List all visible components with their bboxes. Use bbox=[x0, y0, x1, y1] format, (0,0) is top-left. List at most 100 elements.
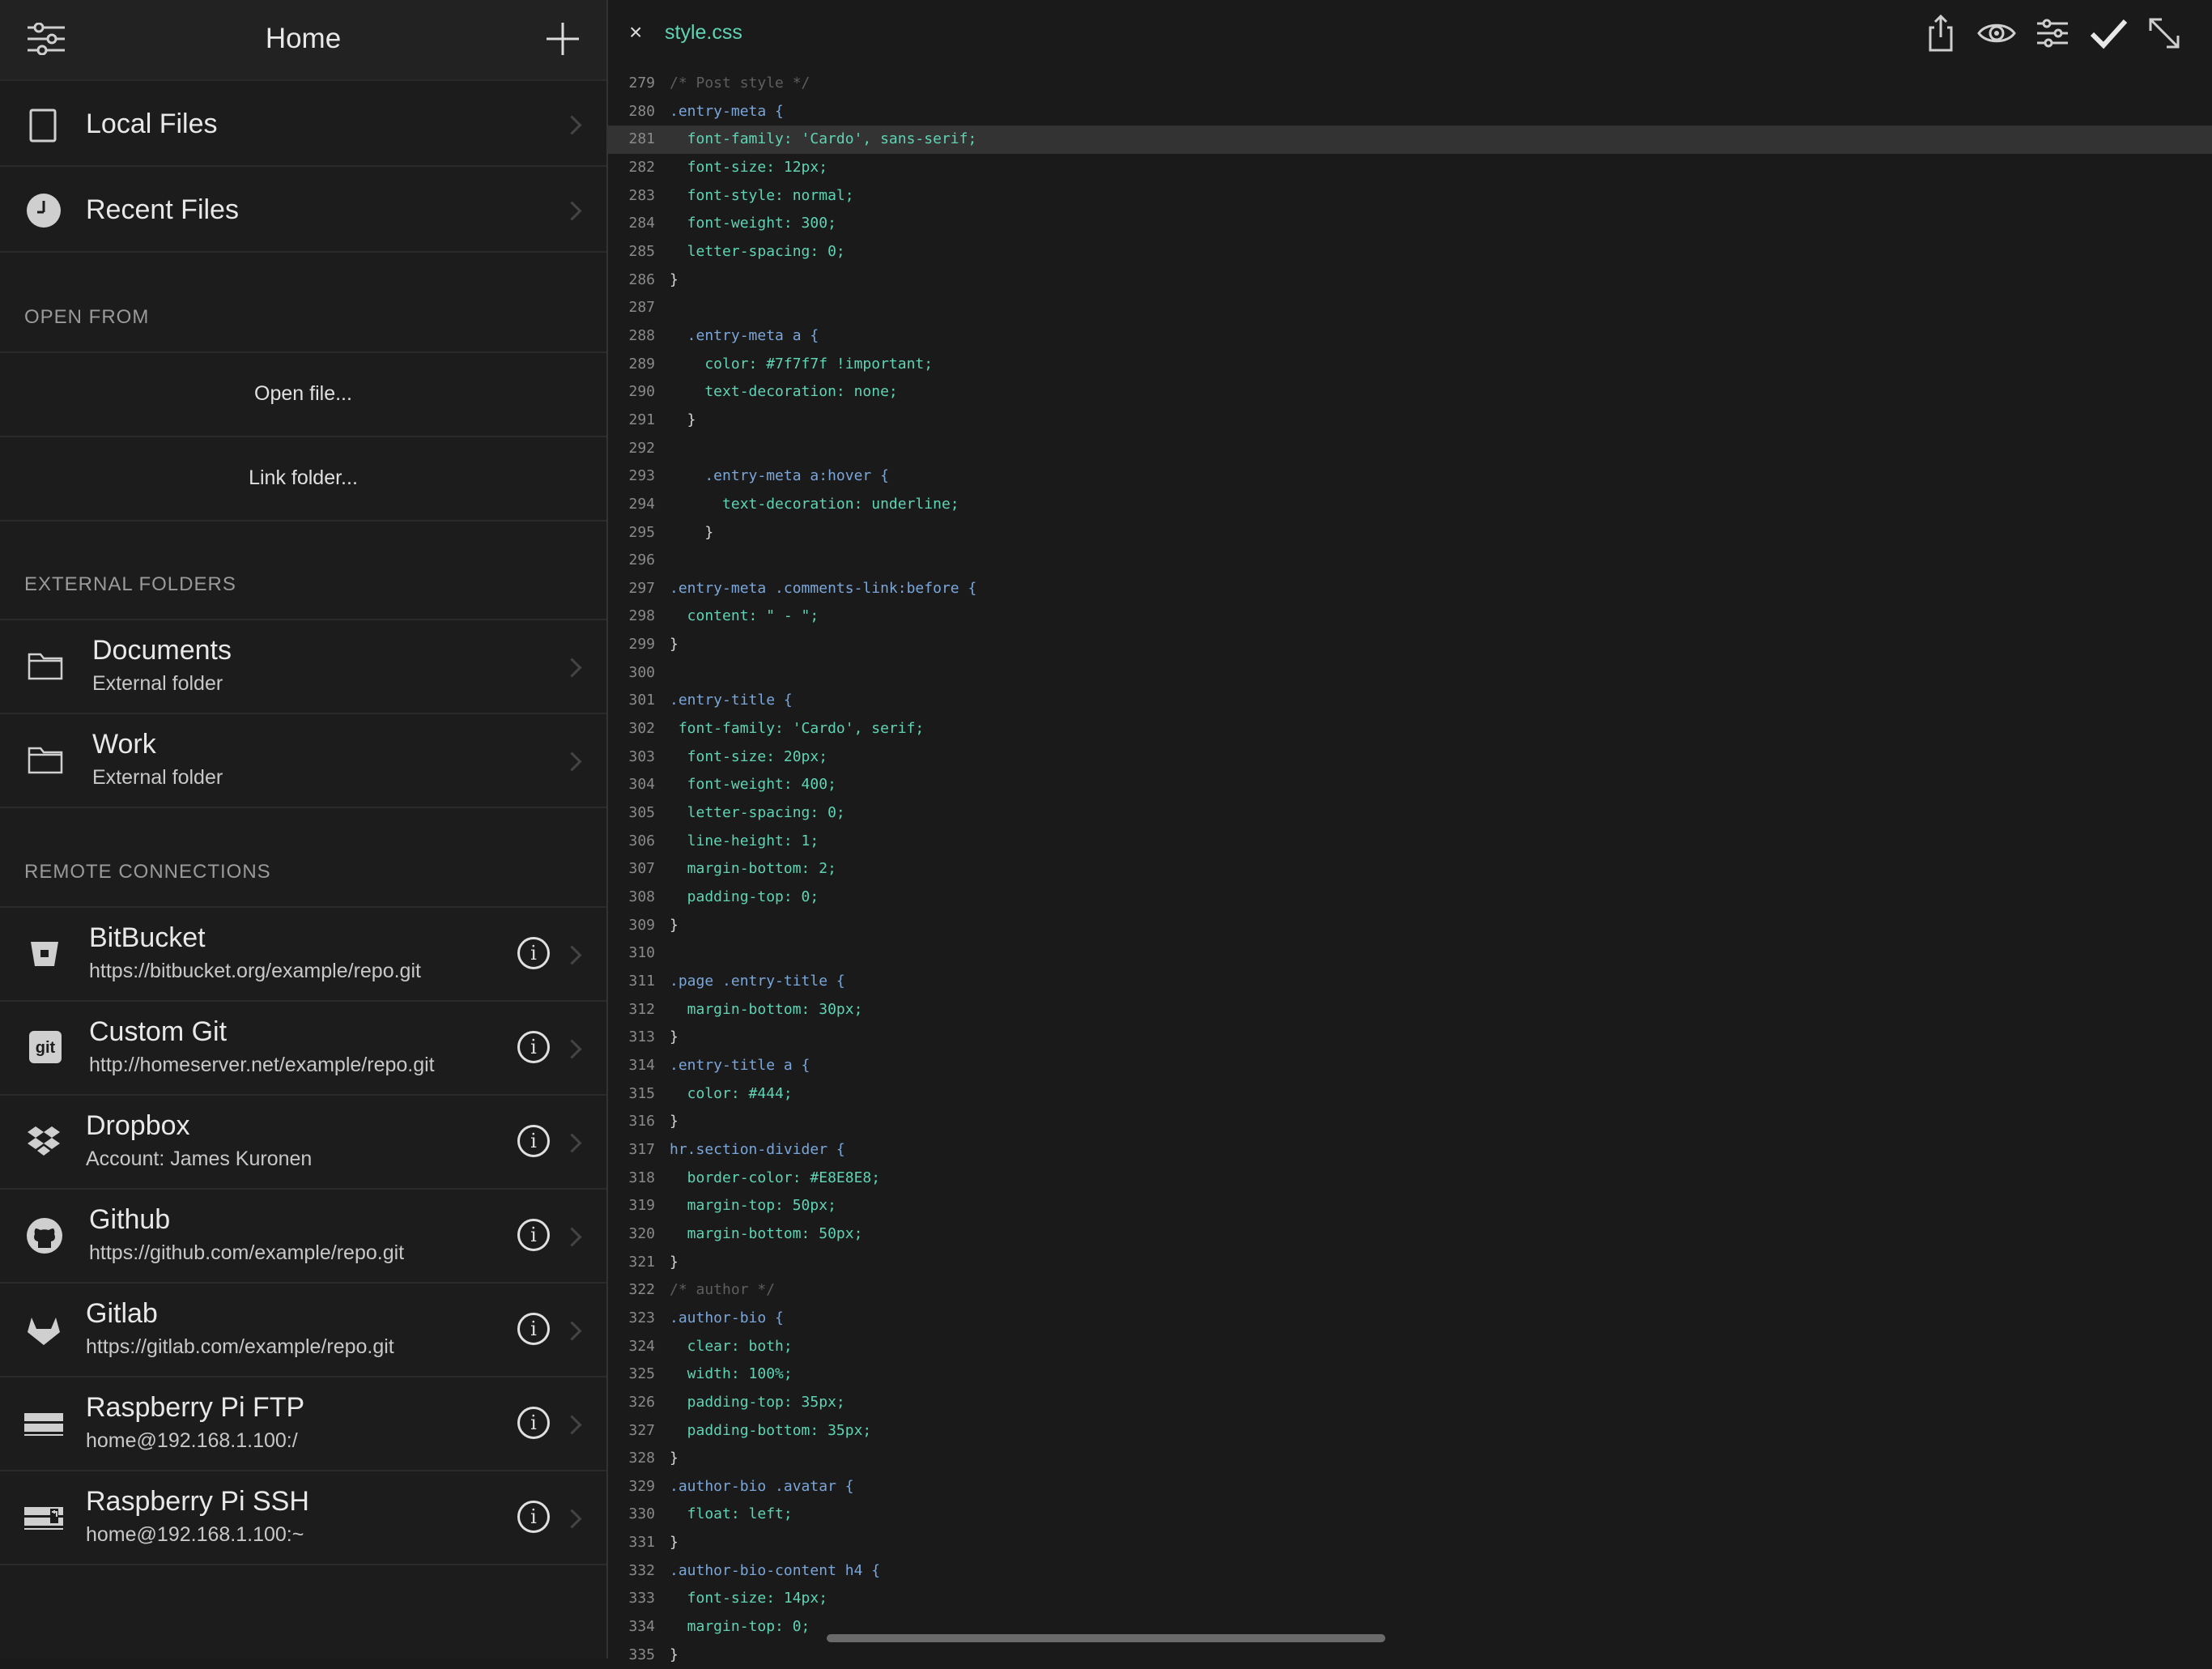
code-line[interactable]: 310 bbox=[608, 939, 2212, 968]
link-folder-button[interactable]: Link folder... bbox=[0, 466, 606, 490]
remote-connection-raspberry-pi-ftp[interactable]: Raspberry Pi FTP home@192.168.1.100:/ i bbox=[0, 1377, 606, 1471]
code-line[interactable]: 288 .entry-meta a { bbox=[608, 322, 2212, 351]
code-line[interactable]: 301 .entry-title { bbox=[608, 687, 2212, 715]
code-line[interactable]: 308 padding-top: 0; bbox=[608, 883, 2212, 912]
remote-connection-gitlab[interactable]: Gitlab https://gitlab.com/example/repo.g… bbox=[0, 1284, 606, 1377]
code-line[interactable]: 302 font-family: 'Cardo', serif; bbox=[608, 715, 2212, 743]
line-text: .entry-meta .comments-link:before { bbox=[670, 579, 977, 597]
remote-connection-bitbucket[interactable]: BitBucket https://bitbucket.org/example/… bbox=[0, 908, 606, 1002]
code-line[interactable]: 291 } bbox=[608, 407, 2212, 435]
code-line[interactable]: 314 .entry-title a { bbox=[608, 1052, 2212, 1080]
info-icon[interactable]: i bbox=[517, 937, 550, 969]
share-icon[interactable] bbox=[1921, 13, 1961, 53]
settings-sliders-icon[interactable] bbox=[2032, 13, 2073, 53]
code-line[interactable]: 280 .entry-meta { bbox=[608, 98, 2212, 126]
add-icon[interactable] bbox=[547, 21, 579, 57]
code-line[interactable]: 321} bbox=[608, 1249, 2212, 1277]
code-line[interactable]: 333 font-size: 14px; bbox=[608, 1585, 2212, 1613]
code-line[interactable]: 323 .author-bio { bbox=[608, 1305, 2212, 1333]
line-number: 307 bbox=[628, 860, 655, 878]
preview-eye-icon[interactable] bbox=[1976, 13, 2017, 53]
code-line[interactable]: 319 margin-top: 50px; bbox=[608, 1192, 2212, 1220]
code-line[interactable]: 325 width: 100%; bbox=[608, 1360, 2212, 1389]
code-line[interactable]: 329 .author-bio .avatar { bbox=[608, 1473, 2212, 1501]
code-line[interactable]: 290 text-decoration: none; bbox=[608, 378, 2212, 407]
line-number: 289 bbox=[628, 355, 655, 373]
code-line[interactable]: 332 .author-bio-content h4 { bbox=[608, 1557, 2212, 1586]
expand-icon[interactable] bbox=[2144, 13, 2184, 53]
info-icon[interactable]: i bbox=[517, 1125, 550, 1157]
code-line[interactable]: 322 /* author */ bbox=[608, 1276, 2212, 1305]
code-line[interactable]: 316} bbox=[608, 1108, 2212, 1136]
horizontal-scrollbar[interactable] bbox=[827, 1634, 1385, 1642]
code-line[interactable]: 300 bbox=[608, 659, 2212, 688]
code-line[interactable]: 313} bbox=[608, 1024, 2212, 1052]
info-icon[interactable]: i bbox=[517, 1407, 550, 1439]
line-number: 317 bbox=[628, 1140, 655, 1158]
code-line[interactable]: 309} bbox=[608, 912, 2212, 940]
code-line[interactable]: 317 hr.section-divider { bbox=[608, 1136, 2212, 1164]
code-line[interactable]: 305 letter-spacing: 0; bbox=[608, 799, 2212, 828]
local-files-label: Local Files bbox=[86, 109, 218, 139]
line-number: 303 bbox=[628, 747, 655, 765]
code-line[interactable]: 311 .page .entry-title { bbox=[608, 968, 2212, 996]
code-line[interactable]: 296 bbox=[608, 547, 2212, 575]
code-line[interactable]: 286} bbox=[608, 266, 2212, 295]
code-line[interactable]: 298 content: " - "; bbox=[608, 602, 2212, 631]
code-line[interactable]: 294 text-decoration: underline; bbox=[608, 491, 2212, 519]
info-icon[interactable]: i bbox=[517, 1219, 550, 1251]
remote-connection-github[interactable]: Github https://github.com/example/repo.g… bbox=[0, 1190, 606, 1284]
code-line[interactable]: 328} bbox=[608, 1445, 2212, 1473]
code-line[interactable]: 303 font-size: 20px; bbox=[608, 743, 2212, 772]
code-line[interactable]: 299} bbox=[608, 631, 2212, 659]
file-tab-title[interactable]: style.css bbox=[665, 21, 742, 45]
code-line[interactable]: 283 font-style: normal; bbox=[608, 182, 2212, 211]
remote-connection-raspberry-pi-ssh[interactable]: Raspberry Pi SSH home@192.168.1.100:~ i bbox=[0, 1471, 606, 1565]
code-line[interactable]: 318 border-color: #E8E8E8; bbox=[608, 1164, 2212, 1193]
code-line[interactable]: 281 font-family: 'Cardo', sans-serif; bbox=[608, 126, 2212, 154]
code-line[interactable]: 292 bbox=[608, 435, 2212, 463]
remote-connection-custom-git[interactable]: git Custom Git http://homeserver.net/exa… bbox=[0, 1002, 606, 1096]
code-line[interactable]: 289 color: #7f7f7f !important; bbox=[608, 351, 2212, 379]
info-icon[interactable]: i bbox=[517, 1031, 550, 1063]
code-line[interactable]: 306 line-height: 1; bbox=[608, 828, 2212, 856]
code-line[interactable]: 297 .entry-meta .comments-link:before { bbox=[608, 575, 2212, 603]
code-line[interactable]: 326 padding-top: 35px; bbox=[608, 1389, 2212, 1417]
line-text: color: #444; bbox=[670, 1084, 793, 1102]
code-line[interactable]: 284 font-weight: 300; bbox=[608, 210, 2212, 238]
info-icon[interactable]: i bbox=[517, 1501, 550, 1533]
sidebar-title: Home bbox=[265, 23, 342, 54]
recent-files-item[interactable]: Recent Files bbox=[0, 167, 606, 253]
code-line[interactable]: 320 margin-bottom: 50px; bbox=[608, 1220, 2212, 1249]
line-text: margin-bottom: 50px; bbox=[670, 1224, 863, 1242]
external-folder-work[interactable]: Work External folder bbox=[0, 714, 606, 808]
code-area[interactable]: 279 /* Post style */ 280 .entry-meta {281 f… bbox=[608, 70, 2212, 1669]
code-line[interactable]: 315 color: #444; bbox=[608, 1080, 2212, 1109]
checkmark-icon[interactable] bbox=[2088, 13, 2129, 53]
close-icon[interactable]: × bbox=[629, 19, 642, 45]
code-line[interactable]: 335} bbox=[608, 1641, 2212, 1669]
line-text: font-family: 'Cardo', serif; bbox=[670, 720, 925, 738]
code-line[interactable]: 279 /* Post style */ bbox=[608, 70, 2212, 98]
code-line[interactable]: 331} bbox=[608, 1529, 2212, 1557]
code-line[interactable]: 287 bbox=[608, 294, 2212, 322]
open-file-button[interactable]: Open file... bbox=[0, 382, 606, 406]
external-folder-documents[interactable]: Documents External folder bbox=[0, 620, 606, 714]
line-text: clear: both; bbox=[670, 1337, 793, 1355]
code-line[interactable]: 330 float: left; bbox=[608, 1501, 2212, 1529]
code-line[interactable]: 324 clear: both; bbox=[608, 1333, 2212, 1361]
code-line[interactable]: 312 margin-bottom: 30px; bbox=[608, 996, 2212, 1024]
code-line[interactable]: 307 margin-bottom: 2; bbox=[608, 855, 2212, 883]
code-line[interactable]: 327 padding-bottom: 35px; bbox=[608, 1417, 2212, 1445]
info-icon[interactable]: i bbox=[517, 1313, 550, 1345]
code-line[interactable]: 285 letter-spacing: 0; bbox=[608, 238, 2212, 266]
chevron-right-icon bbox=[562, 201, 582, 221]
code-line[interactable]: 293 .entry-meta a:hover { bbox=[608, 462, 2212, 491]
chevron-right-icon bbox=[562, 1039, 582, 1059]
chevron-right-icon bbox=[562, 658, 582, 678]
local-files-item[interactable]: Local Files bbox=[0, 81, 606, 167]
code-line[interactable]: 282 font-size: 12px; bbox=[608, 154, 2212, 182]
remote-connection-dropbox[interactable]: Dropbox Account: James Kuronen i bbox=[0, 1096, 606, 1190]
code-line[interactable]: 304 font-weight: 400; bbox=[608, 771, 2212, 799]
code-line[interactable]: 295 } bbox=[608, 519, 2212, 547]
